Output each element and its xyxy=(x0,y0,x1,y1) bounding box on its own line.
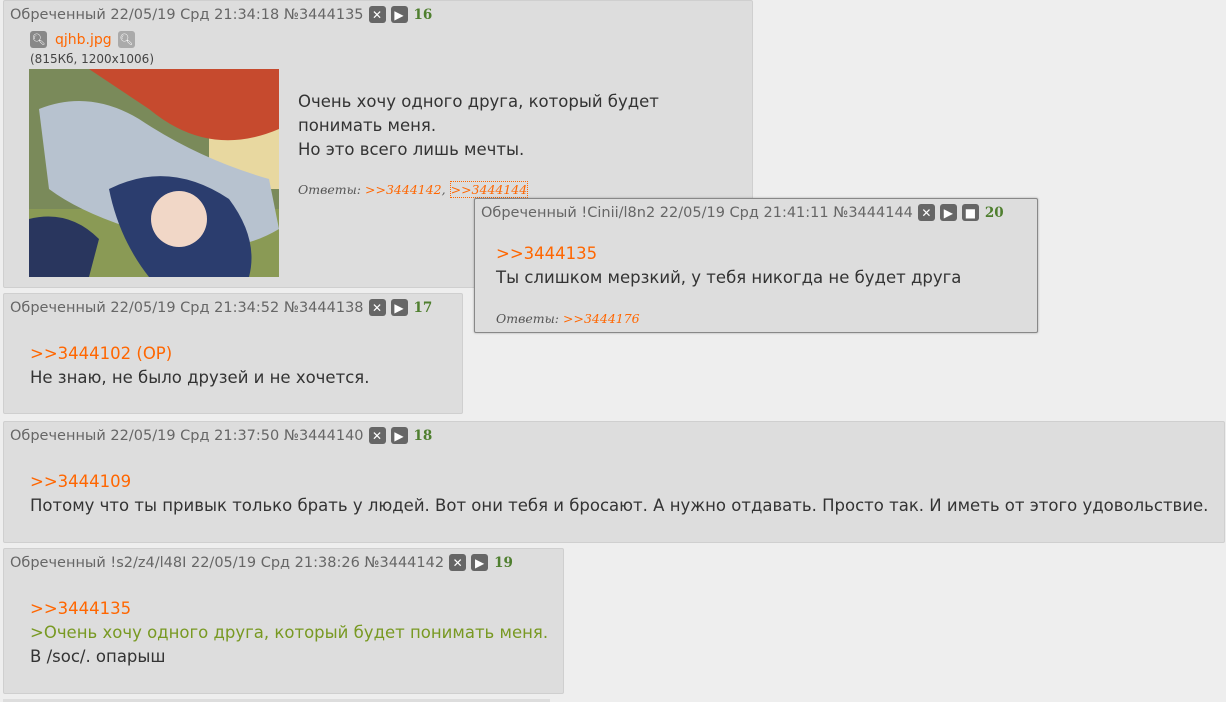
post-id[interactable]: №3444144 xyxy=(833,205,913,221)
search-icon[interactable]: 🔍︎ xyxy=(30,31,47,48)
post-message: >>3444109 Потому что ты привык только бр… xyxy=(30,470,1208,518)
hide-post-icon[interactable]: ✕ xyxy=(368,299,386,316)
post-number: 17 xyxy=(413,299,433,316)
hide-post-icon[interactable]: ✕ xyxy=(368,6,386,23)
post-header: Обреченный !Cinii/l8n2 22/05/19 Срд 21:4… xyxy=(481,204,1004,221)
hide-post-icon[interactable]: ✕ xyxy=(368,427,386,444)
stop-icon[interactable]: ■ xyxy=(961,204,979,221)
post-author: Обреченный !s2/z4/l48I xyxy=(10,554,187,571)
file-line: 🔍︎ qjhb.jpg 🔍︎ xyxy=(30,31,135,48)
play-icon[interactable]: ▶ xyxy=(390,299,408,316)
replies-label: Ответы: xyxy=(496,311,560,326)
post-message: Очень хочу одного друга, который будет п… xyxy=(298,90,659,162)
post-date: 22/05/19 Срд 21:38:26 xyxy=(190,554,360,571)
hide-post-icon[interactable]: ✕ xyxy=(917,204,935,221)
search-icon[interactable]: 🔍︎ xyxy=(117,31,135,48)
post-header: Обреченный !s2/z4/l48I 22/05/19 Срд 21:3… xyxy=(10,554,513,571)
post-date: 22/05/19 Срд 21:34:18 xyxy=(110,6,280,23)
post-id[interactable]: №3444142 xyxy=(364,555,444,571)
post-id[interactable]: №3444135 xyxy=(284,7,364,23)
reply-link[interactable]: >>3444142 xyxy=(365,182,442,197)
replies-label: Ответы: xyxy=(298,182,362,197)
post-number: 19 xyxy=(494,554,513,571)
replies-line: Ответы: >>3444142, >>3444144 xyxy=(298,181,529,198)
post-header: Обреченный 22/05/19 Срд 21:34:52 №344413… xyxy=(10,299,432,316)
greentext-quote: >Очень хочу одного друга, который будет … xyxy=(30,623,549,642)
post-3444138: Обреченный 22/05/19 Срд 21:34:52 №344413… xyxy=(3,293,463,414)
play-icon[interactable]: ▶ xyxy=(390,427,408,444)
post-number: 16 xyxy=(413,6,433,23)
post-date: 22/05/19 Срд 21:34:52 xyxy=(110,299,280,316)
reply-link[interactable]: >>3444144 xyxy=(449,181,529,198)
post-author: Обреченный !Cinii/l8n2 xyxy=(481,204,656,221)
reply-link[interactable]: >>3444135 xyxy=(496,242,961,266)
post-message: >>3444135 >Очень хочу одного друга, кото… xyxy=(30,597,548,669)
post-header: Обреченный 22/05/19 Срд 21:34:18 №344413… xyxy=(10,6,432,23)
popup-post-3444144: Обреченный !Cinii/l8n2 22/05/19 Срд 21:4… xyxy=(474,198,1038,333)
post-message: >>3444135 Ты слишком мерзкий, у тебя ник… xyxy=(496,242,961,290)
play-icon[interactable]: ▶ xyxy=(390,6,408,23)
post-message: >>3444102 (OP) Не знаю, не было друзей и… xyxy=(30,342,369,390)
play-icon[interactable]: ▶ xyxy=(939,204,957,221)
message-line: понимать меня. xyxy=(298,116,437,135)
post-date: 22/05/19 Срд 21:41:11 xyxy=(659,204,829,221)
file-name[interactable]: qjhb.jpg xyxy=(55,32,112,48)
post-author: Обреченный xyxy=(10,427,106,444)
message-line: Ты слишком мерзкий, у тебя никогда не бу… xyxy=(496,268,962,287)
post-date: 22/05/19 Срд 21:37:50 xyxy=(110,427,280,444)
reply-link[interactable]: >>3444135 xyxy=(30,597,548,621)
message-line: В /soc/. опарыш xyxy=(30,647,166,666)
post-image-thumbnail[interactable] xyxy=(29,69,279,277)
post-3444140: Обреченный 22/05/19 Срд 21:37:50 №344414… xyxy=(3,421,1225,543)
post-id[interactable]: №3444138 xyxy=(284,300,364,316)
message-line: Но это всего лишь мечты. xyxy=(298,140,525,159)
post-id[interactable]: №3444140 xyxy=(284,428,364,444)
post-number: 20 xyxy=(984,204,1004,221)
replies-line: Ответы: >>3444176 xyxy=(496,311,640,326)
post-author: Обреченный xyxy=(10,6,106,23)
play-icon[interactable]: ▶ xyxy=(471,554,489,571)
reply-link[interactable]: >>3444176 xyxy=(563,311,640,326)
hide-post-icon[interactable]: ✕ xyxy=(449,554,467,571)
post-number: 18 xyxy=(413,427,433,444)
post-header: Обреченный 22/05/19 Срд 21:37:50 №344414… xyxy=(10,427,432,444)
reply-link[interactable]: >>3444102 (OP) xyxy=(30,342,369,366)
message-line: Потому что ты привык только брать у люде… xyxy=(30,496,1209,515)
message-line: Не знаю, не было друзей и не хочется. xyxy=(30,368,370,387)
file-info: (815Кб, 1200x1006) xyxy=(30,52,154,66)
post-author: Обреченный xyxy=(10,299,106,316)
post-3444142: Обреченный !s2/z4/l48I 22/05/19 Срд 21:3… xyxy=(3,548,564,694)
message-line: Очень хочу одного друга, который будет xyxy=(298,92,659,111)
reply-link[interactable]: >>3444109 xyxy=(30,470,1208,494)
